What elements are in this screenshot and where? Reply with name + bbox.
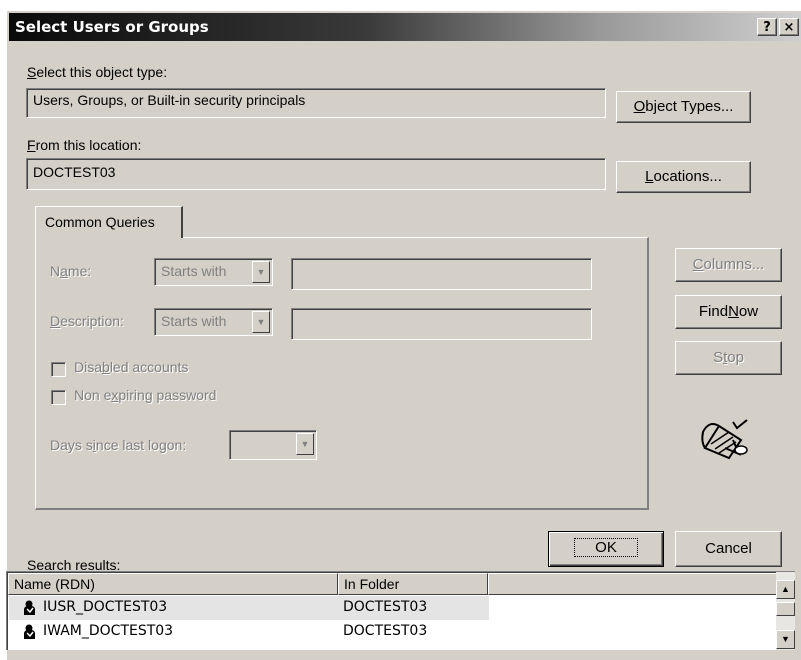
find-now-text: Find <box>698 303 729 320</box>
window-title: Select Users or Groups <box>15 18 209 36</box>
locations-accel: L <box>645 168 654 185</box>
days-since-logon-label: Days since last logon: <box>50 437 187 453</box>
row-folder: DOCTEST03 <box>343 599 428 615</box>
description-mode-select[interactable]: Starts with ▼ <box>154 308 273 336</box>
location-field[interactable]: DOCTEST03 <box>26 158 606 190</box>
search-flashlight-icon <box>701 419 748 460</box>
row-name: IUSR_DOCTEST03 <box>43 599 168 615</box>
chevron-down-icon[interactable]: ▼ <box>296 433 314 455</box>
user-icon <box>24 600 35 615</box>
scroll-down-arrow-icon[interactable]: ▼ <box>776 630 795 649</box>
scroll-up-arrow-icon[interactable]: ▲ <box>776 580 795 599</box>
table-row[interactable]: IWAM_DOCTEST03 DOCTEST03 <box>9 620 489 644</box>
locations-button-text: ocations... <box>653 168 722 185</box>
object-types-accel: O <box>633 98 646 115</box>
object-type-label: Select this object type: <box>27 64 167 80</box>
ok-button[interactable]: OK <box>548 531 664 567</box>
chevron-down-icon[interactable]: ▼ <box>252 261 270 283</box>
columns-button[interactable]: Columns... <box>675 248 782 282</box>
days-since-logon-select[interactable]: ▼ <box>229 430 317 460</box>
description-label-accel: D <box>50 313 61 329</box>
close-button[interactable]: × <box>779 18 799 36</box>
find-now-button[interactable]: Find Now <box>675 295 782 329</box>
object-type-field[interactable]: Users, Groups, or Built-in security prin… <box>26 88 606 118</box>
select-users-dialog: Select Users or Groups ? × Select this o… <box>6 10 801 660</box>
tab-common-queries[interactable]: Common Queries <box>35 206 183 238</box>
name-mode-select[interactable]: Starts with ▼ <box>154 258 273 286</box>
ok-button-label: OK <box>574 538 638 557</box>
non-expiring-password-label: Non expiring password <box>74 387 217 403</box>
column-header-spacer <box>488 573 777 595</box>
column-header-name[interactable]: Name (RDN) <box>8 573 338 595</box>
columns-accel: C <box>692 256 704 273</box>
object-types-button[interactable]: Object Types... <box>616 91 751 123</box>
description-input[interactable] <box>291 308 592 340</box>
name-mode-value: Starts with <box>161 263 227 279</box>
locations-button[interactable]: Locations... <box>616 161 751 193</box>
non-expiring-password-checkbox[interactable] <box>51 390 66 405</box>
stop-text: S <box>713 349 724 366</box>
table-row[interactable]: IUSR_DOCTEST03 DOCTEST03 <box>9 596 489 620</box>
object-type-label-accel: S <box>27 64 37 80</box>
vertical-scrollbar[interactable]: ▲ ▼ <box>776 572 795 650</box>
chevron-down-icon[interactable]: ▼ <box>252 311 270 333</box>
object-types-button-text: bject Types... <box>645 98 734 115</box>
location-label: From this location: <box>27 137 141 153</box>
name-label-accel: a <box>60 263 68 279</box>
scrollbar-thumb[interactable] <box>776 602 795 616</box>
location-label-accel: F <box>27 137 36 153</box>
location-label-text: rom this location: <box>35 137 142 153</box>
user-icon <box>24 624 35 639</box>
disabled-accounts-accel: b <box>102 359 110 375</box>
title-bar[interactable]: Select Users or Groups ? × <box>9 13 801 41</box>
find-now-text-end: ow <box>738 303 759 320</box>
find-now-accel: N <box>728 303 739 320</box>
columns-button-text: olumns... <box>703 256 765 273</box>
object-type-label-text: elect this object type: <box>36 64 168 80</box>
row-folder: DOCTEST03 <box>343 623 428 639</box>
name-input[interactable] <box>291 258 592 290</box>
cancel-button[interactable]: Cancel <box>675 531 782 567</box>
help-button[interactable]: ? <box>757 18 777 36</box>
disabled-accounts-label: Disabled accounts <box>74 359 189 375</box>
search-results-list[interactable]: Name (RDN) In Folder IUSR_DOCTEST03 DOCT… <box>6 571 795 650</box>
name-label: Name: <box>50 263 92 279</box>
days-since-accel: i <box>92 437 96 453</box>
row-name: IWAM_DOCTEST03 <box>43 623 174 639</box>
column-header-in-folder[interactable]: In Folder <box>338 573 488 595</box>
stop-text-end: op <box>727 349 744 366</box>
non-expiring-accel: x <box>111 387 119 403</box>
disabled-accounts-checkbox[interactable] <box>51 362 66 377</box>
stop-button[interactable]: Stop <box>675 341 782 375</box>
description-mode-value: Starts with <box>161 313 227 329</box>
description-label: Description: <box>50 313 124 329</box>
